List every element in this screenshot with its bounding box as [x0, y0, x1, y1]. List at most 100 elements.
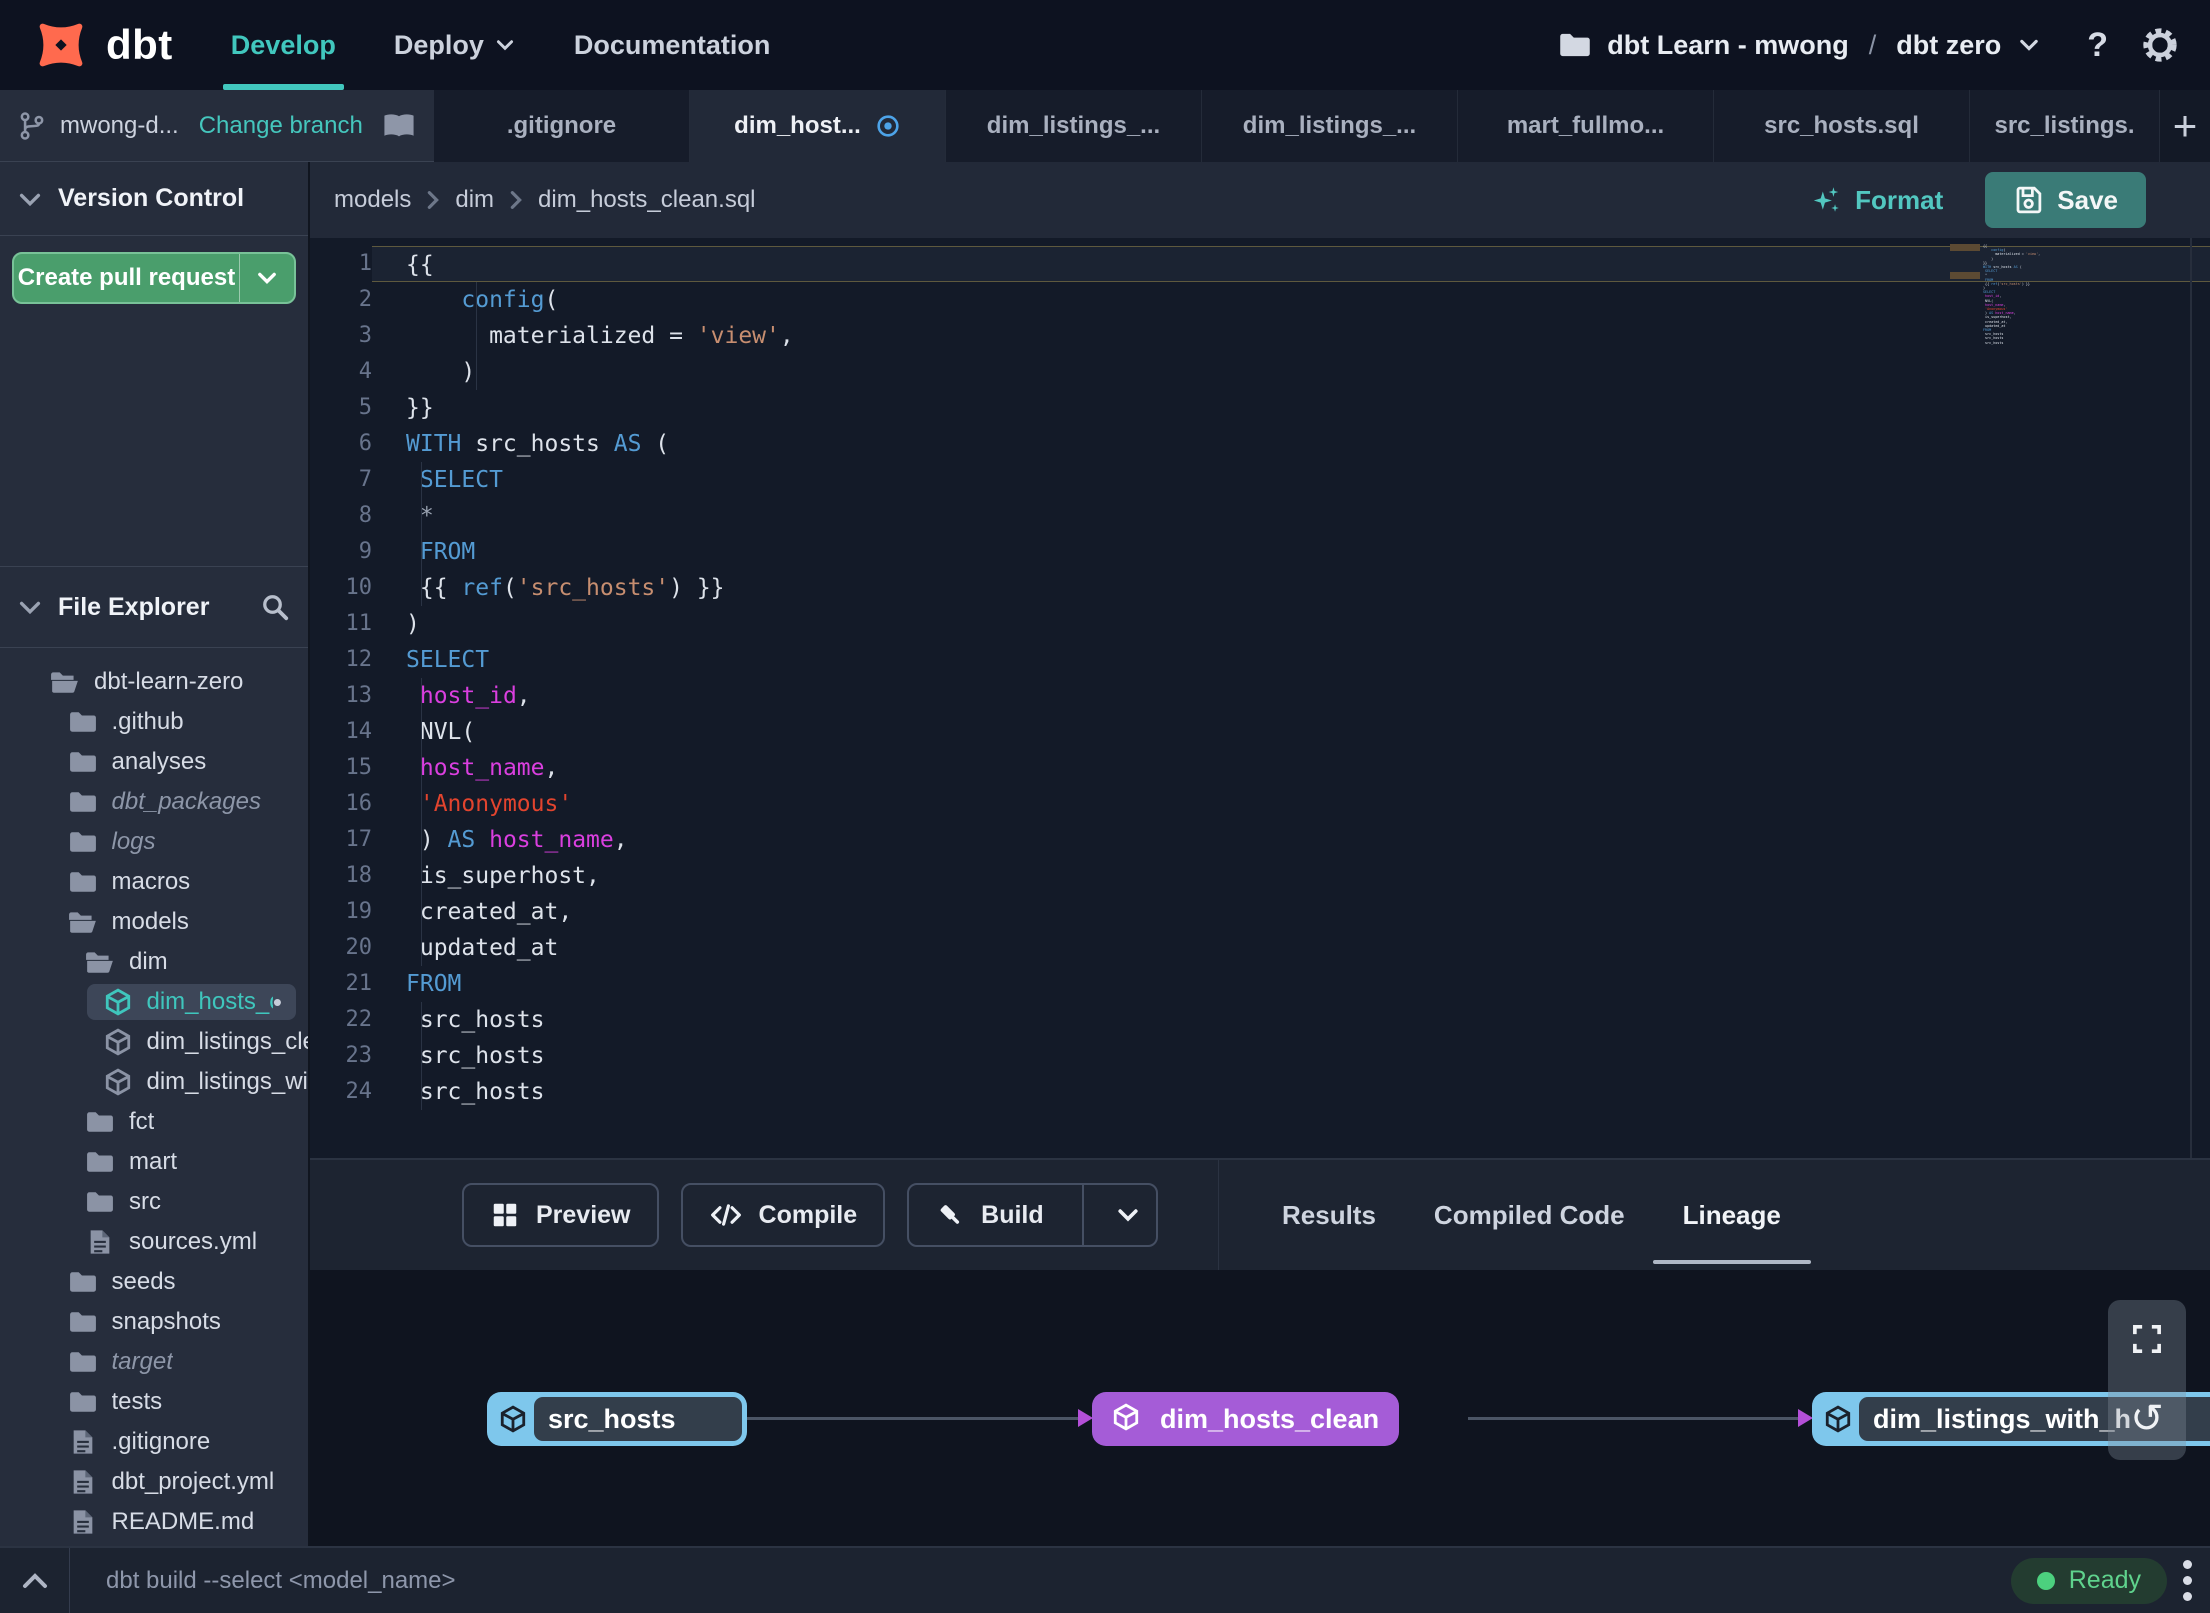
editor-tab[interactable]: src_hosts.sql [1714, 90, 1970, 162]
file-tree-item[interactable]: macros [0, 862, 308, 902]
minimap[interactable]: {{ config( materialized = 'view', )}} WIT… [1983, 244, 2045, 345]
breadcrumb-models[interactable]: models [334, 186, 411, 214]
file-tree-item[interactable]: .github [0, 702, 308, 742]
file-tree-item[interactable]: dim [0, 942, 308, 982]
file-tree-item[interactable]: mart [0, 1142, 308, 1182]
build-dropdown[interactable] [1100, 1202, 1156, 1228]
code-line[interactable]: 7 SELECT [310, 462, 2210, 498]
nav-item-documentation[interactable]: Documentation [574, 0, 771, 90]
new-tab-button[interactable]: + [2160, 90, 2210, 162]
code-line[interactable]: 23 src_hosts [310, 1038, 2210, 1074]
search-icon[interactable] [260, 592, 290, 622]
file-tree-item[interactable]: dim_listings_clean.sql [0, 1022, 308, 1062]
build-button[interactable]: Build [907, 1183, 1158, 1247]
line-content: is_superhost, [406, 863, 600, 889]
code-line[interactable]: 13 host_id, [310, 678, 2210, 714]
help-icon[interactable]: ? [2087, 26, 2108, 65]
code-line[interactable]: 6 WITH src_hosts AS ( [310, 426, 2210, 462]
lineage-node[interactable]: dim_hosts_clean [1092, 1392, 1400, 1446]
code-line[interactable]: 8 * [310, 498, 2210, 534]
code-line[interactable]: 4 ) [310, 354, 2210, 390]
chevron-down-icon[interactable] [2017, 33, 2041, 57]
panel-tab-compiled-code[interactable]: Compiled Code [1434, 1160, 1625, 1270]
file-explorer-header[interactable]: File Explorer [0, 566, 308, 648]
file-tree-item[interactable]: dbt_project.yml [0, 1462, 308, 1502]
breadcrumb-dim[interactable]: dim [455, 186, 494, 214]
file-tree-item[interactable]: .gitignore [0, 1422, 308, 1462]
preview-button[interactable]: Preview [462, 1183, 659, 1247]
file-tree-item[interactable]: dim_hosts_clean.sql• [0, 982, 308, 1022]
file-tree-item[interactable]: fct [0, 1102, 308, 1142]
sidebar: Version Control Create pull request File… [0, 90, 310, 1546]
project-name[interactable]: dbt zero [1896, 30, 2001, 61]
chevron-down-icon [494, 34, 516, 56]
file-tree-item[interactable]: tests [0, 1382, 308, 1422]
editor-scrollbar[interactable] [2190, 238, 2192, 1158]
file-tree-item[interactable]: analyses [0, 742, 308, 782]
code-line[interactable]: 15 host_name, [310, 750, 2210, 786]
dbt-logo-icon [30, 14, 92, 76]
file-tree-item[interactable]: dim_listings_with_hosts... [0, 1062, 308, 1102]
line-number: 16 [345, 791, 373, 816]
command-input[interactable]: dbt build --select <model_name> [106, 1567, 456, 1595]
docs-book-icon[interactable] [382, 112, 416, 140]
panel-tab-lineage[interactable]: Lineage [1652, 1160, 1812, 1270]
code-line[interactable]: 19 created_at, [310, 894, 2210, 930]
gear-icon[interactable] [2140, 25, 2180, 65]
file-tree-item[interactable]: sources.yml [0, 1222, 308, 1262]
code-line[interactable]: 12 SELECT [310, 642, 2210, 678]
file-tree-item[interactable]: snapshots [0, 1302, 308, 1342]
format-button[interactable]: Format [1809, 183, 1943, 217]
line-content: ) AS host_name, [406, 827, 628, 853]
code-editor[interactable]: 1{{2 config(3 materialized = 'view', 4 ) 5… [310, 238, 2210, 1158]
file-tree-item[interactable]: logs [0, 822, 308, 862]
code-line[interactable]: 22 src_hosts [310, 1002, 2210, 1038]
code-line[interactable]: 14 NVL( [310, 714, 2210, 750]
code-line[interactable]: 20 updated_at [310, 930, 2210, 966]
version-control-header[interactable]: Version Control [0, 162, 308, 236]
lineage-node[interactable]: src_hosts [487, 1392, 747, 1446]
breadcrumb-row: models dim dim_hosts_clean.sql Format Sa… [310, 162, 2210, 238]
editor-tab[interactable]: dim_listings_... [946, 90, 1202, 162]
editor-tab[interactable]: .gitignore [434, 90, 690, 162]
nav-item-deploy[interactable]: Deploy [394, 0, 516, 90]
code-line[interactable]: 5}} [310, 390, 2210, 426]
file-tree-item[interactable]: target [0, 1342, 308, 1382]
line-number: 8 [358, 503, 372, 528]
dbt-logo[interactable]: dbt [30, 14, 173, 76]
file-tree-item[interactable]: dbt_packages [0, 782, 308, 822]
pull-request-dropdown[interactable] [240, 266, 294, 290]
file-tree-item[interactable]: src [0, 1182, 308, 1222]
reset-view-icon[interactable]: ↺ [2130, 1399, 2164, 1439]
code-line[interactable]: 9 FROM [310, 534, 2210, 570]
fullscreen-icon[interactable] [2130, 1322, 2164, 1356]
editor-tab[interactable]: src_listings. [1970, 90, 2160, 162]
file-tree-item[interactable]: models [0, 902, 308, 942]
code-line[interactable]: 11) [310, 606, 2210, 642]
file-tree-item[interactable]: README.md [0, 1502, 308, 1542]
save-button[interactable]: Save [1985, 172, 2146, 228]
nav-item-develop[interactable]: Develop [222, 0, 344, 90]
code-line[interactable]: 24 src_hosts [310, 1074, 2210, 1110]
compile-button[interactable]: Compile [680, 1183, 886, 1247]
code-line[interactable]: 16 'Anonymous' [310, 786, 2210, 822]
create-pull-request-button[interactable]: Create pull request [12, 252, 296, 304]
code-line[interactable]: 2 config( [310, 282, 2210, 318]
file-tree-item[interactable]: dbt-learn-zero [0, 662, 308, 702]
code-line[interactable]: 21 FROM [310, 966, 2210, 1002]
change-branch-link[interactable]: Change branch [199, 112, 363, 140]
collapse-panel-button[interactable] [0, 1548, 70, 1613]
kebab-menu-icon[interactable] [2183, 1560, 2192, 1601]
editor-tab[interactable]: dim_host... [690, 90, 946, 162]
code-line[interactable]: 10 {{ ref('src_hosts') }} [310, 570, 2210, 606]
code-line[interactable]: 1{{ [310, 246, 2210, 282]
code-line[interactable]: 3 materialized = 'view', [310, 318, 2210, 354]
code-line[interactable]: 17 ) AS host_name, [310, 822, 2210, 858]
file-name: dbt-learn-zero [94, 668, 244, 695]
editor-tab[interactable]: dim_listings_... [1202, 90, 1458, 162]
panel-tab-results[interactable]: Results [1282, 1160, 1376, 1270]
account-name[interactable]: dbt Learn - mwong [1607, 30, 1848, 61]
editor-tab[interactable]: mart_fullmo... [1458, 90, 1714, 162]
file-tree-item[interactable]: seeds [0, 1262, 308, 1302]
code-line[interactable]: 18 is_superhost, [310, 858, 2210, 894]
